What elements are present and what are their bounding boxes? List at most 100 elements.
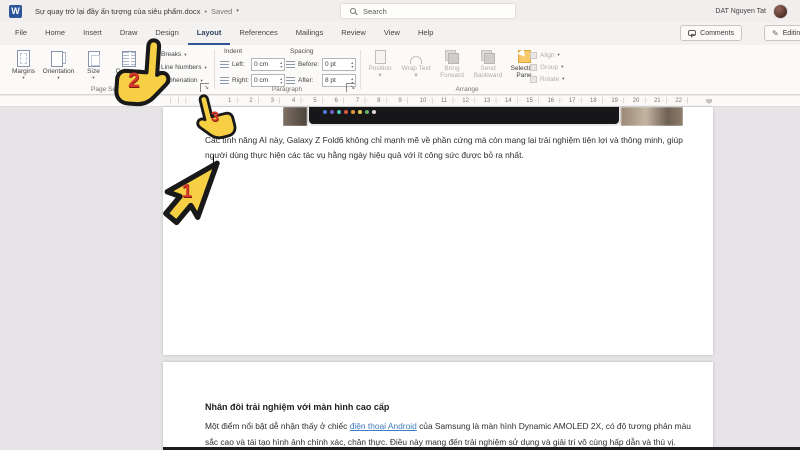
- spacing-before-spinner[interactable]: ▴▾: [351, 61, 353, 69]
- size-label: Size: [87, 68, 100, 75]
- ruler-tick: 21·|·: [654, 98, 675, 104]
- breaks-chevron-icon: ▾: [184, 52, 186, 58]
- tab-help[interactable]: Help: [409, 22, 442, 45]
- ruler-tick: 8·|·: [377, 98, 398, 104]
- indent-right-spinner[interactable]: ▴▾: [280, 77, 282, 85]
- ribbon-tab-row: File Home Insert Draw Design Layout Refe…: [0, 22, 800, 45]
- indent-left-input[interactable]: 0 cm ▴▾: [251, 58, 285, 71]
- document-canvas: Các tính năng AI này, Galaxy Z Fold6 khô…: [0, 107, 800, 450]
- text-cursor: [213, 155, 214, 168]
- title-chevron-icon: ▾: [236, 8, 239, 14]
- arrange-group: Position ▾ Wrap Text ▾ Bring Forward Sen…: [362, 45, 572, 94]
- horizontal-ruler: |·|·|· 1·|·2·|·3·|·4·|·5·|·6·|·7·|·8·|·9…: [0, 95, 800, 107]
- indent-left-spinner[interactable]: ▴▾: [280, 61, 282, 69]
- paragraph-line: người dùng thực hiện các tác vụ hằng ngà…: [205, 148, 705, 163]
- spacing-before-input[interactable]: 0 pt ▴▾: [322, 58, 356, 71]
- orientation-button[interactable]: Orientation ▾: [41, 47, 76, 81]
- bring-forward-button: Bring Forward: [434, 47, 470, 79]
- tab-file[interactable]: File: [6, 22, 36, 45]
- align-icon: [530, 52, 537, 59]
- line-numbers-button[interactable]: Line Numbers ▾: [150, 61, 212, 74]
- page-setup-group-label: Page Setup: [4, 86, 212, 93]
- ruler-tick: 3·|·: [271, 98, 292, 104]
- body-paragraph: Một điểm nổi bật dễ nhận thấy ở chiếc đi…: [205, 419, 691, 450]
- user-avatar[interactable]: [773, 4, 788, 19]
- tab-home[interactable]: Home: [36, 22, 74, 45]
- inline-image-device-screen: [307, 107, 621, 126]
- comments-button[interactable]: Comments: [680, 25, 742, 41]
- columns-button[interactable]: Columns ▾: [111, 47, 146, 81]
- wrap-text-chevron-icon: ▾: [414, 72, 417, 79]
- editing-button[interactable]: ✎ Editing: [764, 25, 800, 41]
- tab-mailings[interactable]: Mailings: [287, 22, 333, 45]
- send-backward-icon: [481, 50, 495, 64]
- inline-image[interactable]: [283, 107, 683, 126]
- size-button[interactable]: Size ▾: [76, 47, 111, 81]
- indent-right-icon: [220, 77, 229, 85]
- app-icon-dot: [337, 110, 341, 114]
- tab-layout[interactable]: Layout: [188, 22, 231, 45]
- bring-forward-label: Bring Forward: [434, 65, 470, 79]
- margins-button[interactable]: Margins ▾: [6, 47, 41, 81]
- indent-header: Indent: [224, 48, 242, 55]
- wrap-text-button: Wrap Text ▾: [398, 47, 434, 79]
- columns-icon: [122, 51, 136, 67]
- hyphenation-icon: [150, 77, 158, 85]
- ruler-tick: 22·|·: [675, 98, 696, 104]
- ruler-tick: 2·|·: [249, 98, 270, 104]
- word-app-icon[interactable]: W: [9, 5, 22, 18]
- align-button: Align ▾: [530, 49, 572, 61]
- search-icon: [350, 8, 356, 14]
- paragraph-dialog-launcher[interactable]: ↘: [346, 83, 355, 92]
- ruler-tick: 17·|·: [569, 98, 590, 104]
- comment-bubble-icon: [688, 30, 696, 36]
- arrange-group-label: Arrange: [362, 86, 572, 93]
- ruler-tick: 19·|·: [611, 98, 632, 104]
- tab-design[interactable]: Design: [146, 22, 187, 45]
- tab-references[interactable]: References: [230, 22, 286, 45]
- ruler-tick: 16·|·: [547, 98, 568, 104]
- paragraph-line: Một điểm nổi bật dễ nhận thấy ở chiếc đi…: [205, 419, 691, 435]
- inline-image-right: [621, 107, 683, 126]
- align-label: Align: [540, 52, 554, 59]
- ruler-tick: 6·|·: [334, 98, 355, 104]
- tab-view[interactable]: View: [375, 22, 409, 45]
- ruler-scale: 1·|·2·|·3·|·4·|·5·|·6·|·7·|·8·|·9·|·10·|…: [228, 98, 697, 104]
- ruler-tick: 11·|·: [441, 98, 462, 104]
- title-separator: •: [204, 7, 207, 16]
- columns-label: Columns: [116, 68, 142, 75]
- app-icon-dot: [351, 110, 355, 114]
- comments-label: Comments: [700, 30, 734, 37]
- send-backward-label: Send Backward: [470, 65, 506, 79]
- tab-insert[interactable]: Insert: [74, 22, 111, 45]
- app-icon-dot: [365, 110, 369, 114]
- ribbon: Margins ▾ Orientation ▾ Size ▾ Columns ▾: [0, 45, 800, 95]
- breaks-button[interactable]: Breaks ▾: [150, 48, 212, 61]
- ruler-indent-marker[interactable]: [706, 99, 712, 104]
- search-box[interactable]: Search: [340, 3, 516, 19]
- indent-left-label: Left:: [232, 61, 248, 68]
- group-button: Group ▾: [530, 61, 572, 73]
- page-setup-dialog-launcher[interactable]: ↘: [200, 83, 209, 92]
- ruler-tick: 13·|·: [484, 98, 505, 104]
- group-icon: [530, 64, 537, 71]
- app-icon-dot: [344, 110, 348, 114]
- position-label: Position: [368, 65, 391, 72]
- rotate-label: Rotate: [540, 76, 559, 83]
- ruler-tick: 20·|·: [633, 98, 654, 104]
- tab-draw[interactable]: Draw: [111, 22, 147, 45]
- app-icon-dot: [372, 110, 376, 114]
- hyperlink[interactable]: điện thoại Android: [350, 421, 417, 431]
- document-title[interactable]: Sự quay trở lại đầy ấn tượng của siêu ph…: [35, 7, 239, 16]
- columns-chevron-icon: ▾: [127, 75, 129, 81]
- group-divider: [360, 50, 361, 89]
- rotate-button: Rotate ▾: [530, 73, 572, 85]
- ruler-tick: 7·|·: [356, 98, 377, 104]
- saved-status: Saved: [211, 7, 232, 16]
- ruler-tick: 5·|·: [313, 98, 334, 104]
- ruler-margin-ticks: |·|·|·: [170, 98, 193, 104]
- tab-review[interactable]: Review: [332, 22, 375, 45]
- size-icon: [88, 51, 100, 67]
- spacing-before-label: Before:: [298, 61, 319, 68]
- breaks-label: Breaks: [161, 51, 181, 58]
